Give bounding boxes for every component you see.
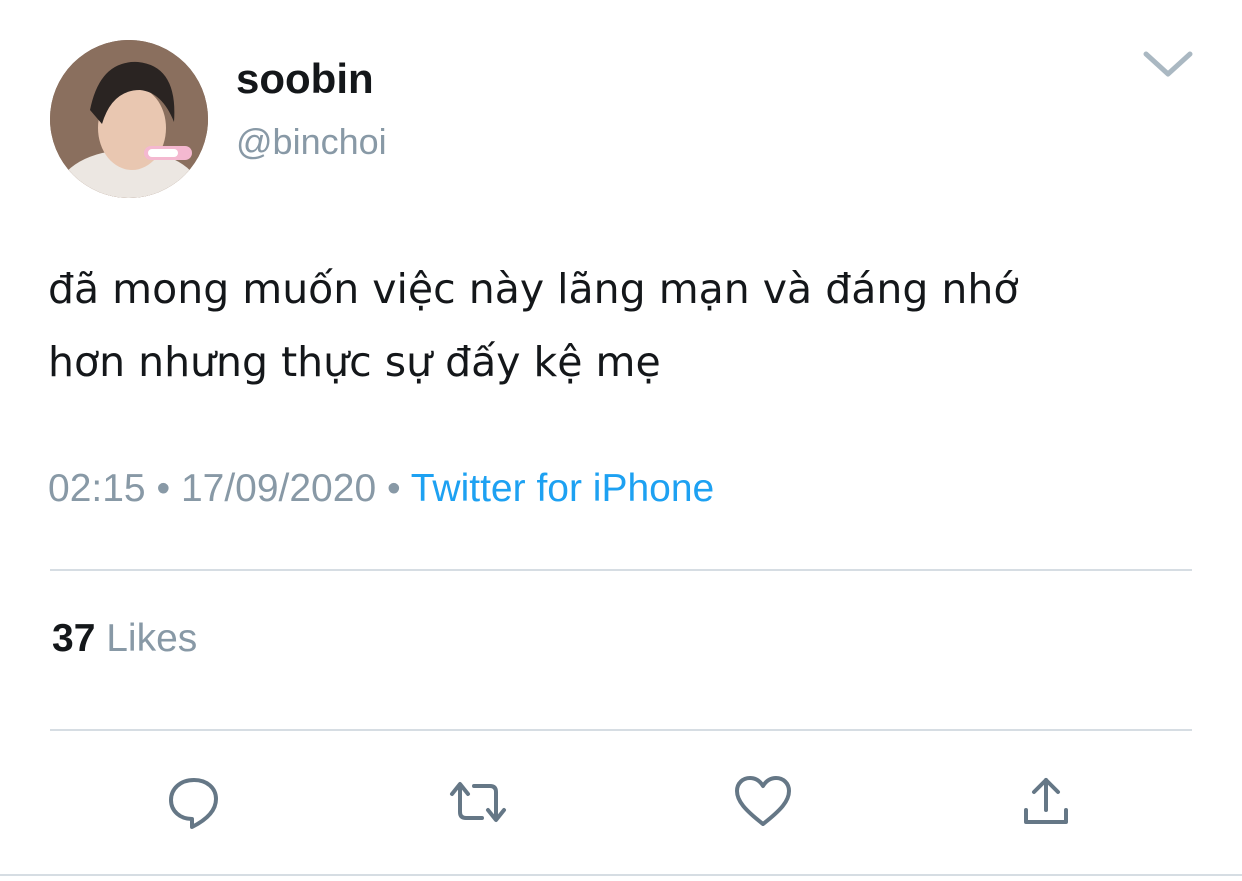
meta-separator: •: [376, 467, 411, 510]
divider: [50, 569, 1192, 571]
divider: [50, 729, 1192, 731]
likes-label: Likes: [106, 617, 198, 660]
likes-count-link[interactable]: 37 Likes: [52, 616, 197, 662]
avatar-photo: [50, 40, 208, 198]
likes-count: 37: [52, 617, 96, 660]
retweet-button[interactable]: [446, 770, 510, 834]
chevron-down-icon[interactable]: [1140, 44, 1196, 84]
tweet-source-link[interactable]: Twitter for iPhone: [411, 467, 714, 510]
share-button[interactable]: [1014, 770, 1078, 834]
user-handle[interactable]: @binchoi: [236, 121, 387, 163]
tweet-time: 02:15: [48, 467, 146, 510]
tweet-text: đã mong muốn việc này lãng mạn và đáng n…: [48, 265, 1019, 386]
heart-icon: [735, 776, 791, 826]
reply-button[interactable]: [162, 770, 226, 834]
reply-icon: [169, 778, 218, 829]
avatar[interactable]: [50, 40, 208, 198]
display-name[interactable]: soobin: [236, 55, 374, 103]
tweet-meta: 02:15 • 17/09/2020 • Twitter for iPhone: [48, 466, 714, 512]
retweet-icon: [450, 782, 506, 822]
tweet-date: 17/09/2020: [180, 467, 377, 510]
like-button[interactable]: [731, 770, 795, 834]
share-icon: [1024, 778, 1068, 824]
meta-separator: •: [145, 467, 181, 510]
divider: [0, 874, 1242, 876]
